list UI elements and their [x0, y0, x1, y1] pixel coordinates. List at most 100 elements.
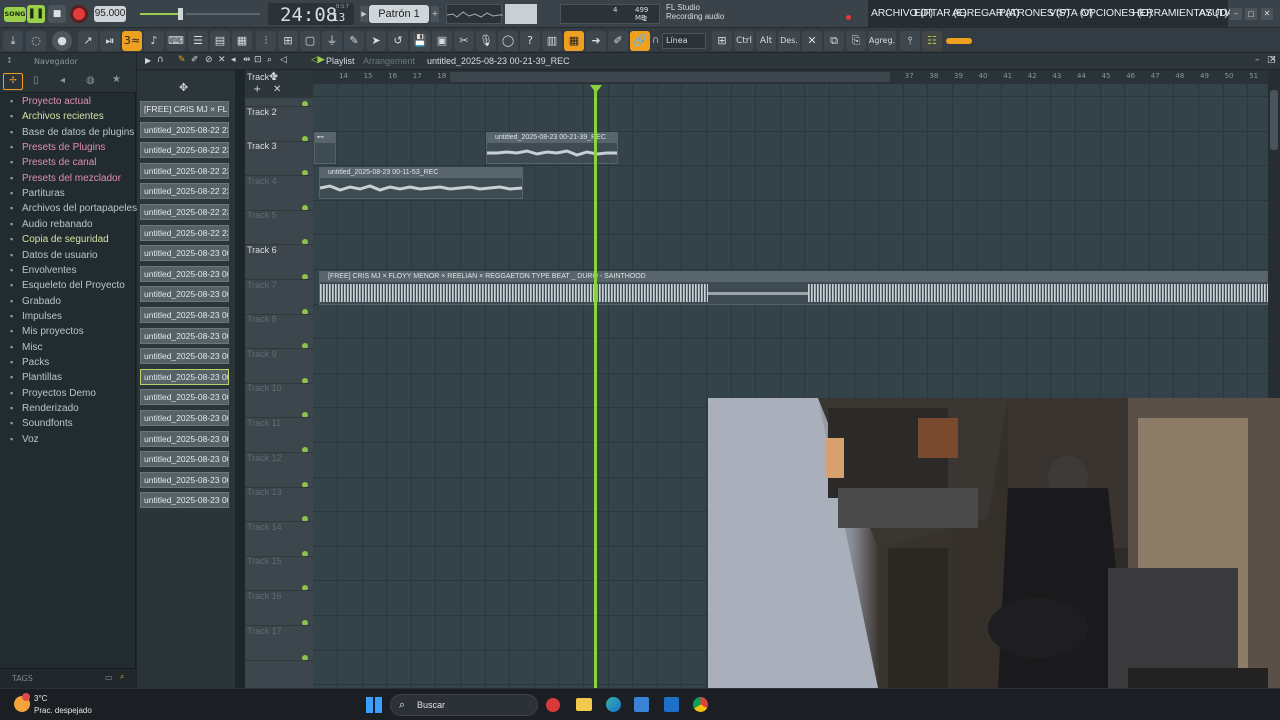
- playlist-icon[interactable]: ☰: [188, 31, 208, 51]
- add-track-icon[interactable]: +: [253, 84, 261, 95]
- master-volume-knob[interactable]: [178, 8, 183, 20]
- browser-item[interactable]: ▪ Proyectos Demo: [10, 388, 96, 399]
- browser-item[interactable]: ▪ Plantillas: [10, 372, 62, 383]
- weather-temp[interactable]: 3°C: [34, 694, 47, 703]
- speaker-icon[interactable]: ◂: [60, 75, 65, 86]
- ctrl-button[interactable]: Ctrl: [734, 31, 754, 51]
- cut-icon[interactable]: ✂: [454, 31, 474, 51]
- copy-icon[interactable]: ⧉: [824, 31, 844, 51]
- clip-track3-rec[interactable]: untitled_2025-08-23 00-11-53_REC: [319, 167, 523, 199]
- store-icon[interactable]: [634, 697, 649, 712]
- render-icon[interactable]: ▣: [432, 31, 452, 51]
- picker-item[interactable]: [FREE] CRIS MJ × FL..: [140, 101, 229, 117]
- chat-icon[interactable]: ◯: [498, 31, 518, 51]
- track-name[interactable]: Track 12: [247, 453, 282, 463]
- master-volume-slider[interactable]: [140, 13, 182, 15]
- playhead-marker-icon[interactable]: [590, 85, 602, 93]
- picker-item[interactable]: untitled_2025-08-23 00-: [140, 451, 229, 468]
- picker-item[interactable]: untitled_2025-08-23 00-: [140, 471, 229, 488]
- scroll-indicator[interactable]: [946, 38, 972, 44]
- play-arrow-icon[interactable]: ▶: [145, 56, 151, 65]
- channel-rack-icon[interactable]: ▦: [232, 31, 252, 51]
- magnet-icon[interactable]: ∩: [652, 35, 659, 46]
- slice-tool-icon[interactable]: ⇹: [243, 55, 251, 65]
- playlist-minimize-icon[interactable]: –: [1255, 55, 1260, 65]
- picker-item[interactable]: untitled_2025-08-22 23-: [140, 142, 229, 159]
- add-button[interactable]: Agreg.: [868, 31, 896, 51]
- track-name[interactable]: Track 5: [247, 210, 277, 220]
- browser-item[interactable]: ▪ Misc: [10, 342, 43, 353]
- pencil-icon[interactable]: ✐: [608, 31, 628, 51]
- browser-item[interactable]: ▪ Partituras: [10, 188, 65, 199]
- picker-item[interactable]: untitled_2025-08-23 00-: [140, 430, 229, 447]
- clip-track2-rec[interactable]: untitled_2025-08-23 00-21-39_REC: [486, 132, 618, 164]
- track-name[interactable]: Track 8: [247, 314, 277, 324]
- picker-item[interactable]: untitled_2025-08-23 00-: [140, 368, 229, 385]
- track-name[interactable]: Track 7: [247, 280, 277, 290]
- track-name[interactable]: Track 4: [247, 176, 277, 186]
- browser-item[interactable]: ▪ Esqueleto del Proyecto: [10, 280, 125, 291]
- clip-track2-small[interactable]: ⊷: [314, 132, 336, 164]
- browser-item[interactable]: ▪ Base de datos de plugins: [10, 127, 134, 138]
- app-icon-red[interactable]: [546, 698, 560, 712]
- picker-item[interactable]: untitled_2025-08-23 00-: [140, 389, 229, 406]
- stop-button[interactable]: ■: [48, 5, 66, 23]
- mixer-icon[interactable]: ⫶: [256, 31, 276, 51]
- taskbar-search[interactable]: ⌕ Buscar: [390, 694, 538, 716]
- touch-keyboard-icon[interactable]: ✎: [344, 31, 364, 51]
- maximize-button[interactable]: □: [1245, 8, 1257, 20]
- playlist-close-icon[interactable]: ✕: [1269, 55, 1277, 65]
- mute-tool-icon[interactable]: ✕: [218, 55, 226, 65]
- picker-item[interactable]: untitled_2025-08-23 00-: [140, 286, 229, 303]
- track-name[interactable]: Track 10: [247, 383, 282, 393]
- paste-icon[interactable]: ⎘: [846, 31, 866, 51]
- track-name[interactable]: Track 17: [247, 626, 282, 636]
- wait-input-icon[interactable]: ⏯: [100, 31, 120, 51]
- file-explorer-icon[interactable]: [576, 698, 592, 711]
- record-button[interactable]: [70, 5, 88, 23]
- delete-icon[interactable]: ✕: [802, 31, 822, 51]
- track-name[interactable]: Track 16: [247, 591, 282, 601]
- browser-item[interactable]: ▪ Proyecto actual: [10, 96, 91, 107]
- nav-arrow-icon[interactable]: ↕: [6, 56, 13, 65]
- snap-selector[interactable]: Línea: [662, 33, 706, 49]
- alt-button[interactable]: Alt: [756, 31, 776, 51]
- clip-track6-beat[interactable]: [FREE] CRIS MJ × FLOYY MENOR × REELIAN ×…: [319, 271, 1268, 305]
- track-name[interactable]: Track 3: [247, 141, 277, 151]
- save-icon[interactable]: 💾: [410, 31, 430, 51]
- picker-item[interactable]: untitled_2025-08-22 23-: [140, 121, 229, 138]
- track-name[interactable]: Track 13: [247, 487, 282, 497]
- tempo-display[interactable]: 95.000: [94, 6, 126, 22]
- track-name[interactable]: Track 9: [247, 349, 277, 359]
- browser-item[interactable]: ▪ Archivos del portapapeles: [10, 203, 137, 214]
- track-name[interactable]: Track 1: [247, 72, 277, 82]
- browser-item[interactable]: ▪ Presets de Plugins: [10, 142, 105, 153]
- all-icon[interactable]: ✢: [3, 73, 23, 90]
- plugin-db-icon[interactable]: ◍: [86, 75, 95, 86]
- project-browser-icon[interactable]: ▢: [300, 31, 320, 51]
- master-pitch-slider[interactable]: [186, 13, 260, 15]
- draw-tool-icon[interactable]: ✎: [178, 55, 186, 65]
- song-mode-badge[interactable]: SONG: [4, 7, 26, 22]
- pattern-add-button[interactable]: +: [431, 6, 439, 22]
- browser-item[interactable]: ▪ Audio rebanado: [10, 219, 93, 230]
- play-button[interactable]: ❚❚: [27, 5, 45, 23]
- mic-icon[interactable]: 🎙: [476, 31, 496, 51]
- help-icon[interactable]: ?: [520, 31, 540, 51]
- delete-tool-icon[interactable]: ⊘: [205, 55, 213, 65]
- magnet-snap-icon[interactable]: ∩: [157, 55, 164, 65]
- link-icon[interactable]: 🔗: [630, 31, 650, 51]
- weather-desc[interactable]: Prac. despejado: [34, 706, 92, 715]
- step-sequencer-icon[interactable]: ▦: [564, 31, 584, 51]
- browser-item[interactable]: ▪ Soundfonts: [10, 418, 73, 429]
- playhead[interactable]: [594, 86, 597, 688]
- timeline-scroll-bar[interactable]: [450, 72, 890, 82]
- piano-roll-icon[interactable]: ▤: [210, 31, 230, 51]
- waveform-tool-icon[interactable]: ⫯: [900, 31, 920, 51]
- pattern-prev-button[interactable]: ▶: [360, 6, 368, 22]
- track-name[interactable]: Track 14: [247, 522, 282, 532]
- search-icon[interactable]: ⌕: [120, 672, 124, 682]
- folder-icon[interactable]: ▭: [105, 673, 113, 682]
- browser-item[interactable]: ▪ Impulses: [10, 311, 62, 322]
- playlist-arrow-icon[interactable]: ◁▶: [311, 55, 325, 65]
